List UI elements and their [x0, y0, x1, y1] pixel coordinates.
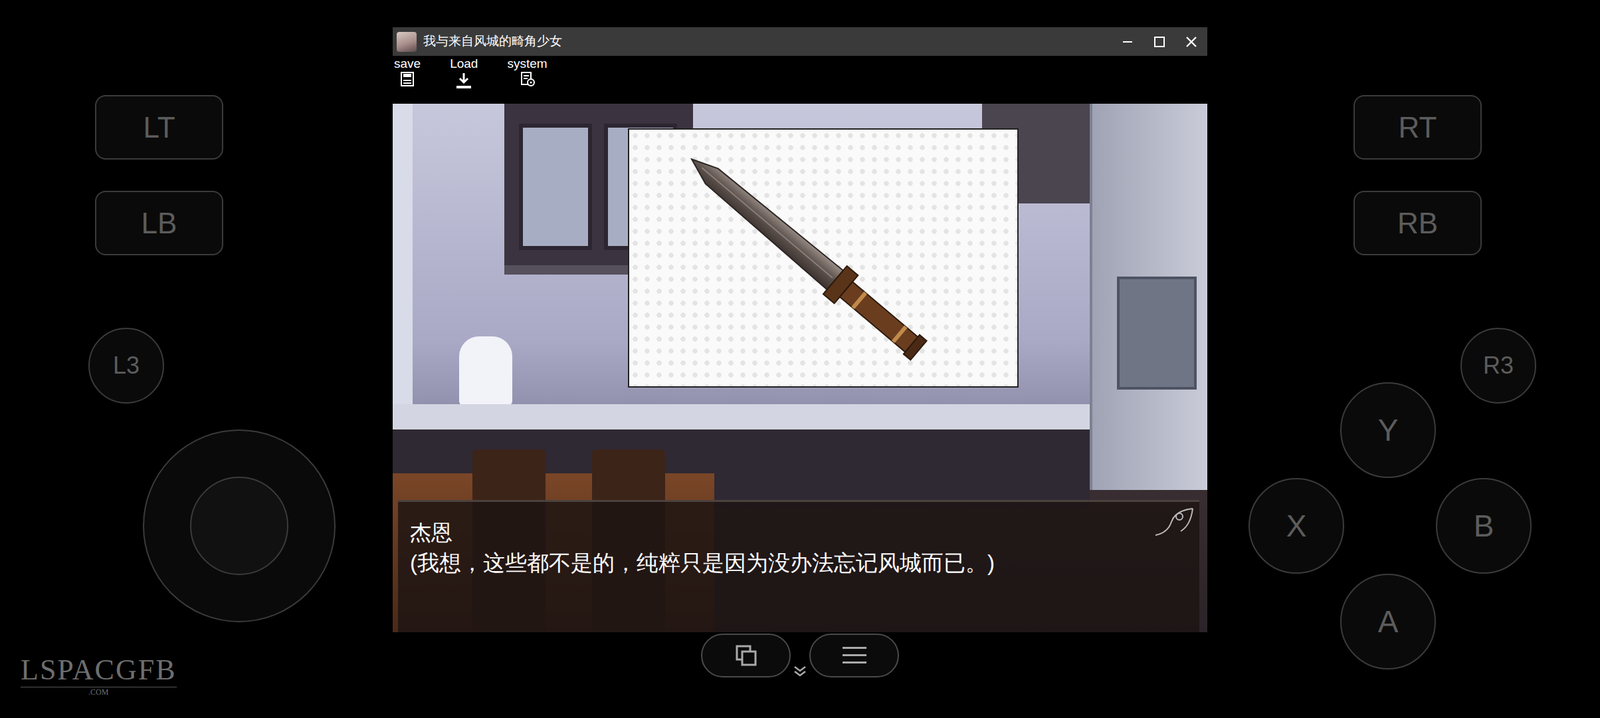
- kettle: [459, 336, 513, 406]
- system-label: system: [506, 57, 547, 72]
- watermark-text: LSPACGFB: [20, 654, 177, 688]
- lb-button[interactable]: LB: [95, 190, 224, 256]
- save-button[interactable]: save: [394, 55, 421, 88]
- emulator-screen: LT LB L3 LSPACGFB .COM 我与来自风城的畸角少女 save …: [0, 0, 1600, 718]
- x-button[interactable]: X: [1248, 477, 1345, 574]
- joystick-knob[interactable]: [190, 476, 289, 575]
- download-icon: [454, 71, 474, 90]
- save-icon: [400, 71, 415, 88]
- dialogue-text: (我想，这些都不是的，纯粹只是因为没办法忘记风城而已。): [409, 548, 1187, 579]
- bottom-bar: [392, 631, 1208, 679]
- watermark: LSPACGFB .COM: [20, 654, 177, 698]
- title-bar: 我与来自风城的畸角少女: [392, 27, 1208, 56]
- load-label: Load: [449, 57, 478, 72]
- menu-bar: save Load system: [392, 55, 1208, 104]
- cabinet-glass: [518, 123, 593, 250]
- speaker-name: 杰恩: [409, 518, 1187, 546]
- hamburger-icon: [841, 643, 868, 667]
- window-switch-button[interactable]: [700, 633, 791, 678]
- right-controls: RT RB R3 Y X B A: [1207, 0, 1600, 718]
- dialogue-box[interactable]: 杰恩 (我想，这些都不是的，纯粹只是因为没办法忘记风城而已。): [398, 499, 1200, 632]
- r3-button[interactable]: R3: [1460, 327, 1537, 404]
- left-joystick[interactable]: [142, 429, 336, 622]
- rb-button[interactable]: RB: [1353, 190, 1482, 256]
- left-controls: LT LB L3 LSPACGFB .COM: [0, 0, 393, 718]
- close-icon[interactable]: [1184, 35, 1199, 49]
- a-button[interactable]: A: [1340, 573, 1436, 670]
- menu-button[interactable]: [809, 633, 900, 678]
- fridge-dispenser: [1116, 276, 1197, 390]
- app-icon: [396, 31, 417, 52]
- l3-button[interactable]: L3: [88, 327, 165, 404]
- game-scene[interactable]: 杰恩 (我想，这些都不是的，纯粹只是因为没办法忘记风城而已。): [392, 103, 1208, 632]
- dagger-icon: [629, 129, 1018, 387]
- settings-document-icon: [519, 71, 536, 88]
- load-button[interactable]: Load: [449, 55, 478, 90]
- maximize-icon[interactable]: [1152, 35, 1167, 49]
- b-button[interactable]: B: [1435, 477, 1532, 574]
- ornament-icon: [1154, 506, 1195, 541]
- lt-button[interactable]: LT: [95, 95, 224, 160]
- minimize-icon[interactable]: [1120, 35, 1135, 49]
- game-window: 我与来自风城的畸角少女 save Load system: [392, 27, 1208, 679]
- windows-icon: [732, 641, 760, 669]
- window-title: 我与来自风城的畸角少女: [423, 31, 563, 52]
- save-label: save: [394, 57, 421, 72]
- chevron-down-icon[interactable]: [790, 663, 810, 678]
- window-frame: [392, 103, 413, 416]
- rt-button[interactable]: RT: [1353, 95, 1482, 160]
- item-image: [627, 128, 1019, 388]
- watermark-sub: .COM: [20, 687, 177, 697]
- system-button[interactable]: system: [506, 55, 547, 88]
- countertop: [392, 403, 1090, 430]
- y-button[interactable]: Y: [1340, 382, 1436, 478]
